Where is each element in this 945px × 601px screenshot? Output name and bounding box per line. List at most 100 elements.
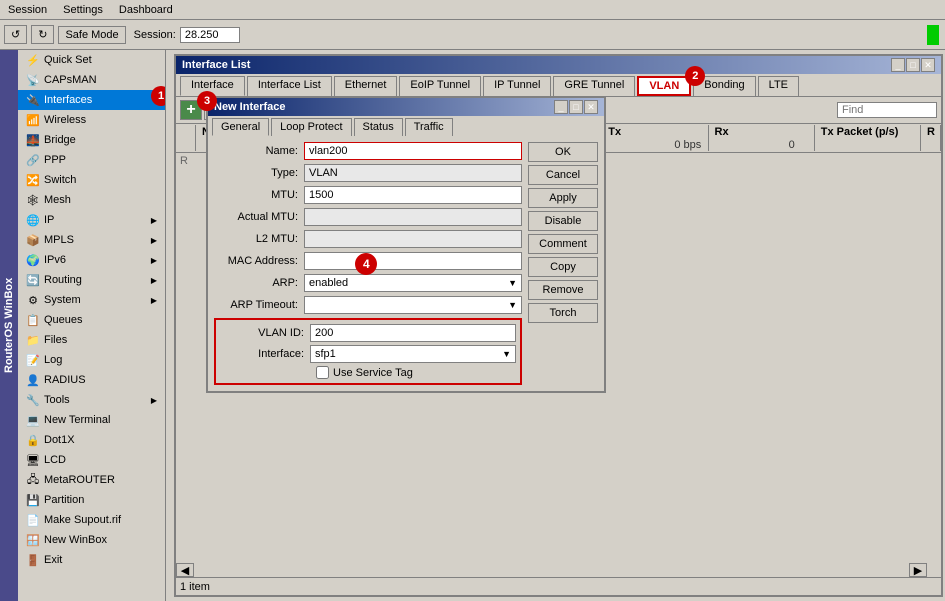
dialog-minimize[interactable]: _ — [554, 100, 568, 114]
sidebar-item-wireless[interactable]: 📶 Wireless — [18, 110, 165, 130]
sidebar-item-mesh[interactable]: 🕸 Mesh — [18, 190, 165, 210]
status-bar: 1 item — [176, 577, 941, 595]
type-input — [304, 164, 522, 182]
arp-select[interactable]: enabled ▼ — [304, 274, 522, 292]
sidebar-item-label: Log — [44, 354, 62, 366]
tab-interface-list[interactable]: Interface List — [247, 76, 332, 96]
sidebar-item-new-terminal[interactable]: 💻 New Terminal — [18, 410, 165, 430]
exit-icon: 🚪 — [26, 553, 40, 567]
find-input[interactable] — [837, 102, 937, 118]
main-layout: RouterOS WinBox ⚡ Quick Set 📡 CAPsMAN 🔌 … — [0, 50, 945, 601]
sidebar-item-ipv6[interactable]: 🌍 IPv6 ▶ — [18, 250, 165, 270]
vlan-id-input[interactable] — [310, 324, 516, 342]
sidebar-item-mpls[interactable]: 📦 MPLS ▶ — [18, 230, 165, 250]
disable-button[interactable]: Disable — [528, 211, 598, 231]
session-menu[interactable]: Session — [0, 2, 55, 18]
dialog-controls: _ □ ✕ — [554, 100, 598, 114]
sidebar-item-metarouter[interactable]: 🖧 MetaROUTER — [18, 470, 165, 490]
sidebar-item-queues[interactable]: 📋 Queues — [18, 310, 165, 330]
sidebar-item-label: CAPsMAN — [44, 74, 97, 86]
sidebar-item-radius[interactable]: 👤 RADIUS — [18, 370, 165, 390]
arp-label: ARP: — [214, 277, 304, 289]
sidebar-item-label: New Terminal — [44, 414, 110, 426]
tab-lte[interactable]: LTE — [758, 76, 799, 96]
mesh-icon: 🕸 — [26, 193, 40, 207]
scroll-right[interactable]: ▶ — [909, 563, 927, 577]
tab-ip-tunnel[interactable]: IP Tunnel — [483, 76, 551, 96]
window-title-text: Interface List — [182, 59, 250, 71]
sidebar-item-system[interactable]: ⚙ System ▶ — [18, 290, 165, 310]
tab-vlan[interactable]: VLAN 2 — [637, 76, 691, 96]
close-button[interactable]: ✕ — [921, 58, 935, 72]
scroll-left[interactable]: ◀ — [176, 563, 194, 577]
mtu-input[interactable] — [304, 186, 522, 204]
sidebar-item-dot1x[interactable]: 🔒 Dot1X — [18, 430, 165, 450]
redo-button[interactable]: ↻ — [31, 25, 54, 44]
tools-arrow: ▶ — [151, 396, 157, 405]
routeros-winbox-label: RouterOS WinBox — [0, 50, 18, 601]
sidebar-item-tools[interactable]: 🔧 Tools ▶ — [18, 390, 165, 410]
remove-button[interactable]: Remove — [528, 280, 598, 300]
dialog-maximize[interactable]: □ — [569, 100, 583, 114]
sidebar-item-ip[interactable]: 🌐 IP ▶ — [18, 210, 165, 230]
safe-mode-button[interactable]: Safe Mode — [58, 26, 125, 44]
tab-ethernet[interactable]: Ethernet — [334, 76, 398, 96]
vlan-id-label: VLAN ID: — [220, 327, 310, 339]
minimize-button[interactable]: _ — [891, 58, 905, 72]
mtu-label: MTU: — [214, 189, 304, 201]
ipv6-arrow: ▶ — [151, 256, 157, 265]
undo-button[interactable]: ↺ — [4, 25, 27, 44]
dialog-title-text: New Interface — [214, 101, 286, 113]
sidebar-item-new-winbox[interactable]: 🪟 New WinBox — [18, 530, 165, 550]
sidebar-item-ppp[interactable]: 🔗 PPP — [18, 150, 165, 170]
vlan-interface-arrow: ▼ — [502, 349, 511, 359]
ppp-icon: 🔗 — [26, 153, 40, 167]
sidebar-item-switch[interactable]: 🔀 Switch — [18, 170, 165, 190]
sidebar-item-capsman[interactable]: 📡 CAPsMAN — [18, 70, 165, 90]
apply-button[interactable]: Apply — [528, 188, 598, 208]
settings-menu[interactable]: Settings — [55, 2, 111, 18]
sidebar-item-lcd[interactable]: 🖥 LCD — [18, 450, 165, 470]
torch-button[interactable]: Torch — [528, 303, 598, 323]
dialog-tab-status[interactable]: Status — [354, 118, 403, 136]
session-input[interactable] — [180, 27, 240, 43]
sidebar-item-routing[interactable]: 🔄 Routing ▶ — [18, 270, 165, 290]
sidebar-item-exit[interactable]: 🚪 Exit — [18, 550, 165, 570]
interface-row: Interface: sfp1 ▼ — [220, 345, 516, 363]
arp-timeout-select[interactable]: ▼ — [304, 296, 522, 314]
sidebar-item-quick-set[interactable]: ⚡ Quick Set — [18, 50, 165, 70]
tab-gre-tunnel[interactable]: GRE Tunnel — [553, 76, 635, 96]
dashboard-menu[interactable]: Dashboard — [111, 2, 181, 18]
actual-mtu-label: Actual MTU: — [214, 211, 304, 223]
tab-eoip-tunnel[interactable]: EoIP Tunnel — [399, 76, 481, 96]
add-button[interactable]: + 3 — [180, 100, 202, 120]
sidebar-item-make-supout[interactable]: 📄 Make Supout.rif — [18, 510, 165, 530]
sidebar-item-log[interactable]: 📝 Log — [18, 350, 165, 370]
maximize-button[interactable]: □ — [906, 58, 920, 72]
ip-icon: 🌐 — [26, 213, 40, 227]
sidebar-item-label: Partition — [44, 494, 84, 506]
ok-button[interactable]: OK — [528, 142, 598, 162]
sidebar-item-bridge[interactable]: 🌉 Bridge — [18, 130, 165, 150]
copy-button[interactable]: Copy — [528, 257, 598, 277]
arp-dropdown-arrow: ▼ — [508, 278, 517, 288]
sidebar-item-label: PPP — [44, 154, 66, 166]
mac-address-input[interactable] — [304, 252, 522, 270]
dialog-close[interactable]: ✕ — [584, 100, 598, 114]
use-service-tag-checkbox[interactable] — [316, 366, 329, 379]
cancel-button[interactable]: Cancel — [528, 165, 598, 185]
comment-button[interactable]: Comment — [528, 234, 598, 254]
mtu-row: MTU: — [214, 186, 522, 204]
sidebar-item-files[interactable]: 📁 Files — [18, 330, 165, 350]
sidebar-item-partition[interactable]: 💾 Partition — [18, 490, 165, 510]
dialog-tab-traffic[interactable]: Traffic — [405, 118, 453, 136]
new-winbox-icon: 🪟 — [26, 533, 40, 547]
dialog-tab-general[interactable]: General — [212, 118, 269, 136]
sidebar-item-interfaces[interactable]: 🔌 Interfaces 1 — [18, 90, 165, 110]
files-icon: 📁 — [26, 333, 40, 347]
sidebar: ⚡ Quick Set 📡 CAPsMAN 🔌 Interfaces 1 📶 W… — [18, 50, 166, 601]
dialog-tab-loop-protect[interactable]: Loop Protect — [271, 118, 351, 136]
sidebar-item-label: Switch — [44, 174, 76, 186]
vlan-interface-select[interactable]: sfp1 ▼ — [310, 345, 516, 363]
name-input[interactable] — [304, 142, 522, 160]
